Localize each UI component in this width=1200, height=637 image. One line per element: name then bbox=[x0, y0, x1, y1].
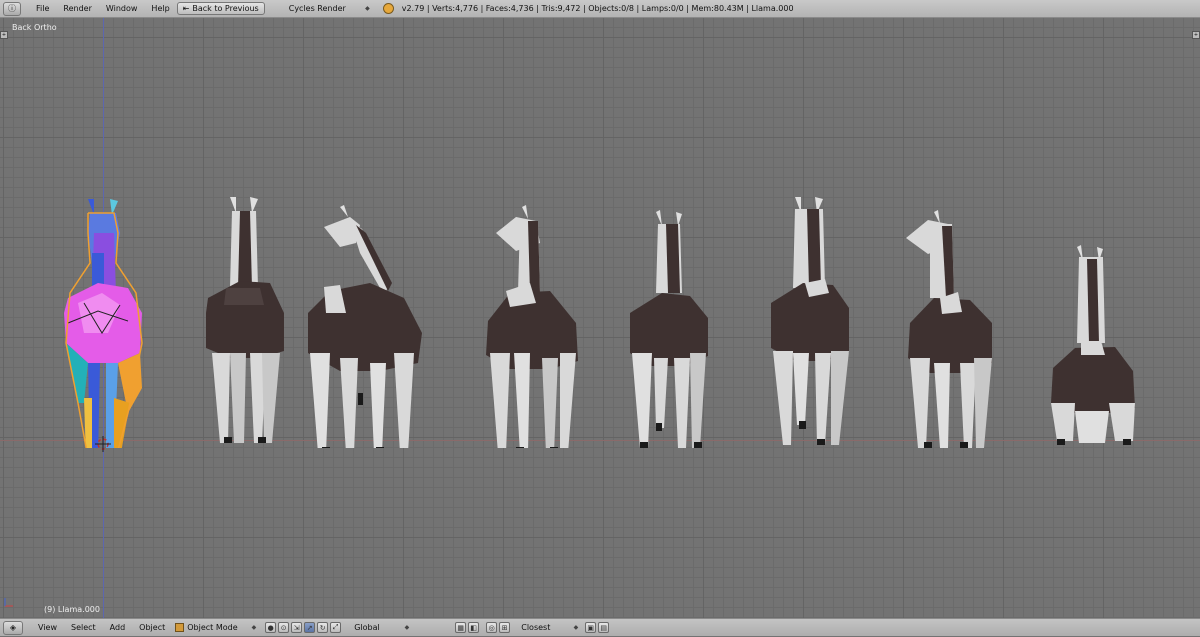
rotate-manipulator-icon[interactable]: ↻ bbox=[317, 622, 329, 633]
menu-select[interactable]: Select bbox=[64, 619, 103, 637]
llama-turned-left[interactable] bbox=[480, 203, 585, 448]
menu-file[interactable]: File bbox=[29, 0, 56, 18]
view-name-label: Back Ortho bbox=[12, 23, 57, 32]
3d-view-icon: ◈ bbox=[9, 623, 17, 632]
llama-walking-back[interactable] bbox=[622, 208, 717, 448]
llama-looking-left[interactable] bbox=[300, 203, 430, 448]
3d-viewport[interactable]: Back Ortho + + (9) Llama.000 bbox=[0, 18, 1200, 618]
tool-shelf-toggle[interactable]: + bbox=[0, 31, 8, 39]
chevron-updown-icon: ◆ bbox=[251, 624, 257, 631]
active-object-info: (9) Llama.000 bbox=[44, 605, 100, 614]
lock-layers-icon[interactable]: ◧ bbox=[468, 622, 480, 633]
back-to-previous-button[interactable]: ⇤ Back to Previous bbox=[176, 2, 265, 15]
proportional-editing-icon[interactable]: ◎ bbox=[486, 622, 498, 633]
menu-help[interactable]: Help bbox=[144, 0, 176, 18]
layers-icon[interactable]: ▦ bbox=[455, 622, 467, 633]
llama-sitting[interactable] bbox=[1045, 243, 1140, 448]
menu-render[interactable]: Render bbox=[56, 0, 98, 18]
editor-type-button[interactable]: ◈ bbox=[3, 620, 23, 635]
properties-toggle[interactable]: + bbox=[1192, 31, 1200, 39]
axis-gizmo-icon bbox=[4, 598, 13, 607]
chevron-updown-icon: ◆ bbox=[365, 5, 370, 12]
3d-view-header: ◈ View Select Add Object Object Mode ◆ ●… bbox=[0, 618, 1200, 636]
manipulator-toggle-icon[interactable]: ⇲ bbox=[291, 622, 303, 633]
object-mode-icon bbox=[175, 623, 185, 632]
llama-glancing-left[interactable] bbox=[900, 208, 1000, 448]
transform-orientation-select[interactable]: Global ◆ bbox=[348, 621, 412, 634]
menu-add[interactable]: Add bbox=[103, 619, 133, 637]
chevron-updown-icon: ◆ bbox=[573, 624, 579, 631]
snap-target-select[interactable]: Closest ◆ bbox=[515, 621, 581, 634]
render-animation-icon[interactable]: ▤ bbox=[598, 622, 610, 633]
llama-uv-textured[interactable] bbox=[58, 193, 148, 448]
viewport-shading-icon[interactable]: ● bbox=[265, 622, 277, 633]
snap-toggle-icon[interactable]: ⊞ bbox=[499, 622, 511, 633]
menu-window[interactable]: Window bbox=[99, 0, 145, 18]
info-icon: ⓘ bbox=[8, 4, 16, 13]
3d-cursor-icon[interactable] bbox=[95, 436, 111, 452]
scene-statistics: v2.79 | Verts:4,776 | Faces:4,736 | Tris… bbox=[401, 4, 794, 13]
menu-object[interactable]: Object bbox=[132, 619, 172, 637]
blender-logo-icon bbox=[382, 3, 394, 14]
floor-x-axis-line bbox=[0, 440, 1200, 441]
llama-head-up[interactable] bbox=[765, 193, 855, 448]
render-engine-select[interactable]: Cycles Render ◆ bbox=[283, 2, 373, 15]
chevron-updown-icon: ◆ bbox=[404, 624, 410, 631]
translate-manipulator-icon[interactable]: ↗ bbox=[304, 622, 316, 633]
info-header: ⓘ File Render Window Help ⇤ Back to Prev… bbox=[0, 0, 1200, 18]
back-icon: ⇤ bbox=[182, 4, 190, 13]
scale-manipulator-icon[interactable]: ⤢ bbox=[330, 622, 342, 633]
render-image-icon[interactable]: ▣ bbox=[585, 622, 597, 633]
llama-back-view[interactable] bbox=[200, 193, 290, 448]
interaction-mode-select[interactable]: Object Mode ◆ bbox=[172, 621, 259, 634]
editor-type-button[interactable]: ⓘ bbox=[3, 1, 21, 16]
menu-view[interactable]: View bbox=[31, 619, 64, 637]
pivot-point-icon[interactable]: ⊙ bbox=[278, 622, 290, 633]
